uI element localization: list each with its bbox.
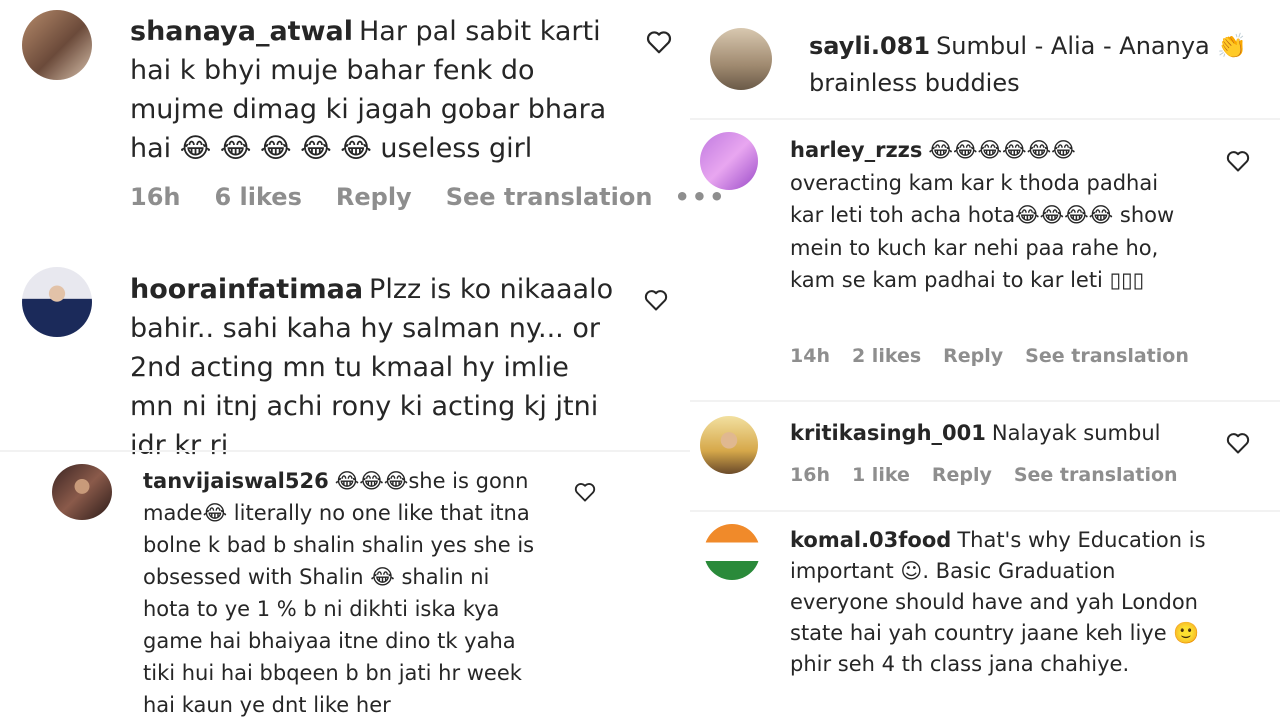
avatar[interactable] [52,464,112,520]
avatar[interactable] [710,28,772,90]
comment-komal: komal.03food That's why Education is impo… [690,512,1280,720]
comment-username[interactable]: shanaya_atwal [130,16,353,47]
comment-hoorain: hoorainfatimaa Plzz is ko nikaaalo bahir.… [0,255,690,461]
comment-meta: 16h 1 like Reply See translation [790,464,1200,486]
comment-meta: 16h 6 likes Reply See translation ••• [130,183,760,211]
comment-username[interactable]: komal.03food [790,528,951,552]
comment-username[interactable]: hoorainfatimaa [130,274,363,305]
comment-likes[interactable]: 2 likes [852,345,921,367]
avatar[interactable] [704,524,760,580]
comment-tanvi: tanvijaiswal526 😂😂😂she is gonn made😂 lite… [0,452,690,720]
heart-outline-icon[interactable] [574,482,596,502]
heart-outline-icon[interactable] [1226,150,1250,172]
comment-text: 😂😂😂she is gonn made😂 literally no one li… [143,469,535,717]
comment-likes[interactable]: 1 like [852,464,910,486]
comment-meta: 14h 2 likes Reply See translation [790,345,1211,367]
comment-harley: harley_rzzs 😂😂😂😂😂😂 overacting kam kar k t… [690,120,1280,400]
comment-time: 16h [130,183,181,211]
comment-username[interactable]: kritikasingh_001 [790,421,986,445]
reply-button[interactable]: Reply [932,464,992,486]
see-translation-link[interactable]: See translation [1014,464,1178,486]
heart-outline-icon[interactable] [646,30,672,54]
comment-shanaya: shanaya_atwal Har pal sabit karti hai k b… [0,0,724,230]
avatar[interactable] [700,132,758,190]
heart-outline-icon[interactable] [1226,432,1250,454]
see-translation-link[interactable]: See translation [1025,345,1189,367]
comment-time: 16h [790,464,830,486]
avatar[interactable] [700,416,758,474]
avatar[interactable] [22,267,92,337]
see-translation-link[interactable]: See translation [446,183,653,211]
reply-button[interactable]: Reply [336,183,412,211]
comment-likes[interactable]: 6 likes [214,183,301,211]
comment-sayli: sayli.081 Sumbul - Alia - Ananya 👏 brainl… [690,0,1280,118]
comment-username[interactable]: tanvijaiswal526 [143,469,329,493]
comment-username[interactable]: sayli.081 [809,32,930,60]
heart-outline-icon[interactable] [644,289,668,311]
avatar[interactable] [22,10,92,80]
comment-time: 14h [790,345,830,367]
comment-username[interactable]: harley_rzzs [790,138,922,162]
comment-kritika: kritikasingh_001 Nalayak sumbul 16h 1 like… [690,402,1280,510]
comment-text: Nalayak sumbul [991,421,1161,445]
reply-button[interactable]: Reply [943,345,1003,367]
